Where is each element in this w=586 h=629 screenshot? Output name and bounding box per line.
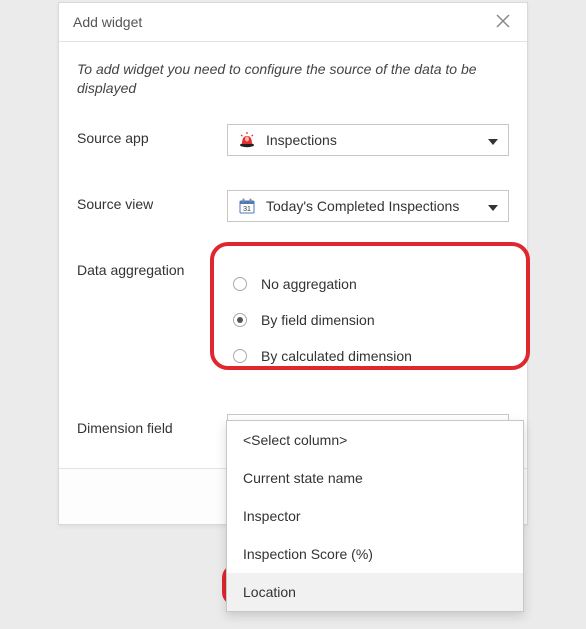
radio-icon <box>233 277 247 291</box>
radio-label: No aggregation <box>261 276 357 292</box>
dialog-title: Add widget <box>73 14 142 30</box>
source-app-row: Source app Inspections <box>77 124 509 156</box>
option-inspection-score[interactable]: Inspection Score (%) <box>227 535 523 573</box>
calendar-icon: 31 <box>238 197 256 215</box>
radio-icon <box>233 349 247 363</box>
dimension-field-label: Dimension field <box>77 414 227 436</box>
option-inspector[interactable]: Inspector <box>227 497 523 535</box>
radio-icon <box>233 313 247 327</box>
source-view-row: Source view 31 Today's Completed Inspect… <box>77 190 509 222</box>
radio-label: By calculated dimension <box>261 348 412 364</box>
radio-by-calculated-dimension[interactable]: By calculated dimension <box>233 338 503 374</box>
siren-icon <box>238 131 256 149</box>
option-current-state-name[interactable]: Current state name <box>227 459 523 497</box>
source-view-dropdown[interactable]: 31 Today's Completed Inspections <box>227 190 509 222</box>
radio-label: By field dimension <box>261 312 375 328</box>
dialog-header: Add widget <box>59 3 527 42</box>
option-location[interactable]: Location <box>227 573 523 611</box>
intro-text: To add widget you need to configure the … <box>77 60 509 98</box>
source-view-label: Source view <box>77 190 227 212</box>
source-view-value: Today's Completed Inspections <box>266 198 480 214</box>
source-app-label: Source app <box>77 124 227 146</box>
caret-down-icon <box>488 198 498 214</box>
option-select-column[interactable]: <Select column> <box>227 421 523 459</box>
data-aggregation-row: Data aggregation No aggregation By field… <box>77 256 509 380</box>
caret-down-icon <box>488 132 498 148</box>
close-icon[interactable] <box>495 13 513 31</box>
data-aggregation-label: Data aggregation <box>77 256 227 278</box>
source-app-dropdown[interactable]: Inspections <box>227 124 509 156</box>
radio-no-aggregation[interactable]: No aggregation <box>233 266 503 302</box>
data-aggregation-radios: No aggregation By field dimension By cal… <box>227 256 509 380</box>
dialog-body: To add widget you need to configure the … <box>59 42 527 446</box>
svg-text:31: 31 <box>243 206 251 213</box>
source-app-value: Inspections <box>266 132 480 148</box>
dimension-field-options: <Select column> Current state name Inspe… <box>226 420 524 612</box>
radio-by-field-dimension[interactable]: By field dimension <box>233 302 503 338</box>
